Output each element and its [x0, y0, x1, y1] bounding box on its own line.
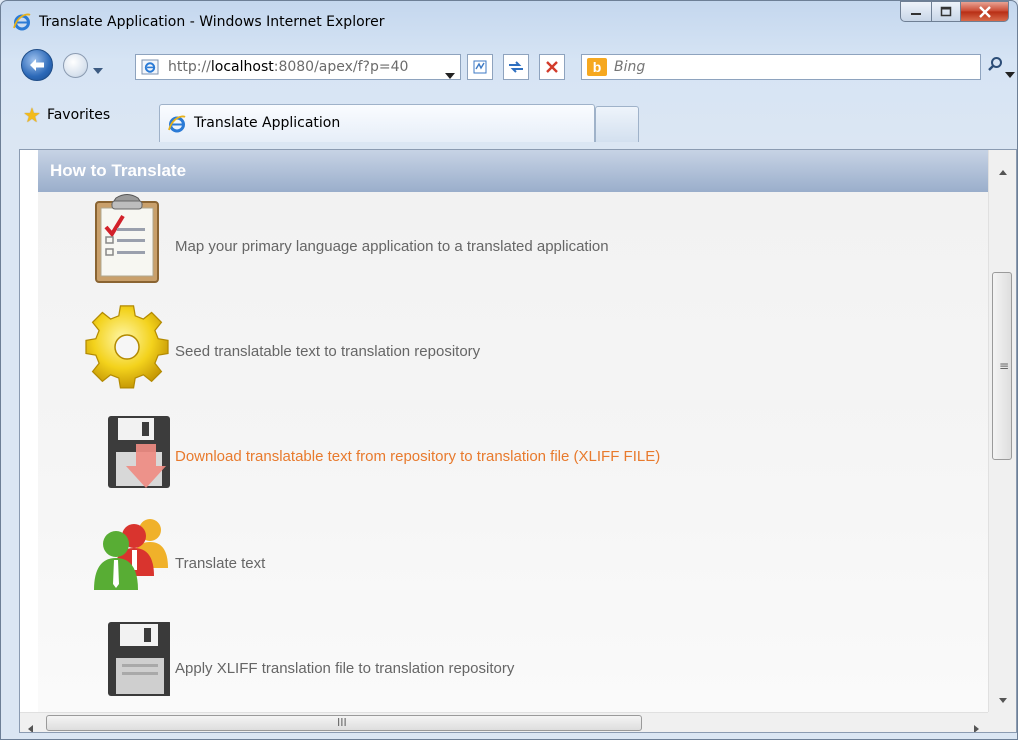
scrollbar-corner — [988, 712, 1016, 732]
favorites-label: Favorites — [46, 107, 111, 123]
url-prefix: http:// — [168, 59, 211, 75]
window-title: Translate Application - Windows Internet… — [39, 14, 385, 30]
list-item: Download translatable text from reposito… — [38, 404, 1006, 502]
favorites-bar: ★ Favorites Translate Application — [1, 95, 1017, 149]
step-translate-text-link[interactable]: Translate text — [175, 555, 265, 572]
step-seed-text-link[interactable]: Seed translatable text to translation re… — [175, 343, 480, 360]
floppy-disk-icon[interactable] — [70, 616, 172, 716]
tab-label: Translate Application — [194, 115, 341, 131]
minimize-icon — [911, 12, 921, 15]
refresh-icon — [509, 61, 523, 73]
ie-logo-icon — [13, 13, 31, 35]
url-host: localhost — [210, 59, 274, 75]
gear-icon[interactable] — [70, 298, 170, 398]
ie-tab-icon — [168, 115, 186, 137]
list-item: Apply XLIFF translation file to translat… — [38, 616, 1006, 714]
address-url: http://localhost:8080/apex/f?p=40 — [168, 59, 436, 75]
steps-list: Map your primary language application to… — [38, 192, 1006, 712]
maximize-button[interactable] — [931, 1, 961, 22]
minimize-button[interactable] — [900, 1, 931, 22]
page-ie-icon — [141, 59, 159, 79]
tab-translate-application[interactable]: Translate Application — [159, 104, 595, 142]
step-apply-xliff-link[interactable]: Apply XLIFF translation file to translat… — [175, 660, 514, 677]
favorites-button[interactable]: ★ Favorites — [23, 105, 110, 125]
page-viewport: How to Translate Map your primary langua… — [19, 149, 1017, 733]
search-dropdown-icon[interactable] — [1005, 63, 1015, 82]
close-icon — [978, 5, 991, 18]
history-dropdown-icon[interactable] — [93, 59, 103, 78]
window-controls — [900, 1, 1009, 23]
title-bar: Translate Application - Windows Internet… — [1, 1, 1017, 41]
step-download-xliff-link[interactable]: Download translatable text from reposito… — [175, 448, 660, 465]
scroll-down-icon[interactable] — [999, 688, 1007, 707]
bing-logo-icon: b — [587, 58, 607, 76]
grip-icon: III — [337, 716, 347, 729]
search-input[interactable] — [614, 57, 954, 77]
scroll-right-icon[interactable] — [974, 718, 979, 732]
scroll-up-icon[interactable] — [999, 160, 1007, 179]
back-button[interactable] — [21, 49, 53, 81]
vertical-scroll-thumb[interactable]: ≡ — [992, 272, 1012, 460]
search-icon[interactable] — [987, 56, 1003, 76]
region-title: How to Translate — [50, 161, 187, 180]
horizontal-scroll-thumb[interactable]: III — [46, 715, 642, 731]
compatibility-icon — [473, 60, 487, 74]
navigation-bar: http://localhost:8080/apex/f?p=40 b — [1, 45, 1017, 81]
stop-icon — [546, 61, 558, 73]
scroll-left-icon[interactable] — [28, 718, 33, 732]
refresh-button[interactable] — [503, 54, 529, 80]
back-arrow-icon — [30, 59, 44, 71]
horizontal-scrollbar[interactable]: III — [20, 712, 988, 732]
close-button[interactable] — [961, 1, 1009, 22]
new-tab-button[interactable] — [595, 106, 639, 142]
stop-button[interactable] — [539, 54, 565, 80]
list-item: Map your primary language application to… — [38, 192, 1006, 290]
star-icon: ★ — [23, 103, 41, 127]
vertical-scrollbar[interactable]: ≡ — [988, 150, 1016, 712]
compatibility-view-button[interactable] — [467, 54, 493, 80]
browser-window: Translate Application - Windows Internet… — [0, 0, 1018, 740]
list-item: Translate text — [38, 510, 1006, 608]
maximize-icon — [940, 6, 952, 17]
url-rest: :8080/apex/f?p=40 — [273, 59, 409, 75]
grip-icon: ≡ — [999, 359, 1010, 373]
region-header: How to Translate — [38, 150, 1006, 192]
address-bar[interactable]: http://localhost:8080/apex/f?p=40 — [135, 54, 461, 80]
list-item: Seed translatable text to translation re… — [38, 298, 1006, 396]
search-box[interactable]: b — [581, 54, 981, 80]
people-icon[interactable] — [70, 510, 170, 610]
step-map-application-link[interactable]: Map your primary language application to… — [175, 238, 609, 255]
forward-button[interactable] — [63, 53, 88, 78]
address-dropdown-icon[interactable] — [445, 64, 455, 83]
download-floppy-icon[interactable] — [70, 404, 170, 504]
checklist-clipboard-icon[interactable] — [70, 192, 170, 292]
